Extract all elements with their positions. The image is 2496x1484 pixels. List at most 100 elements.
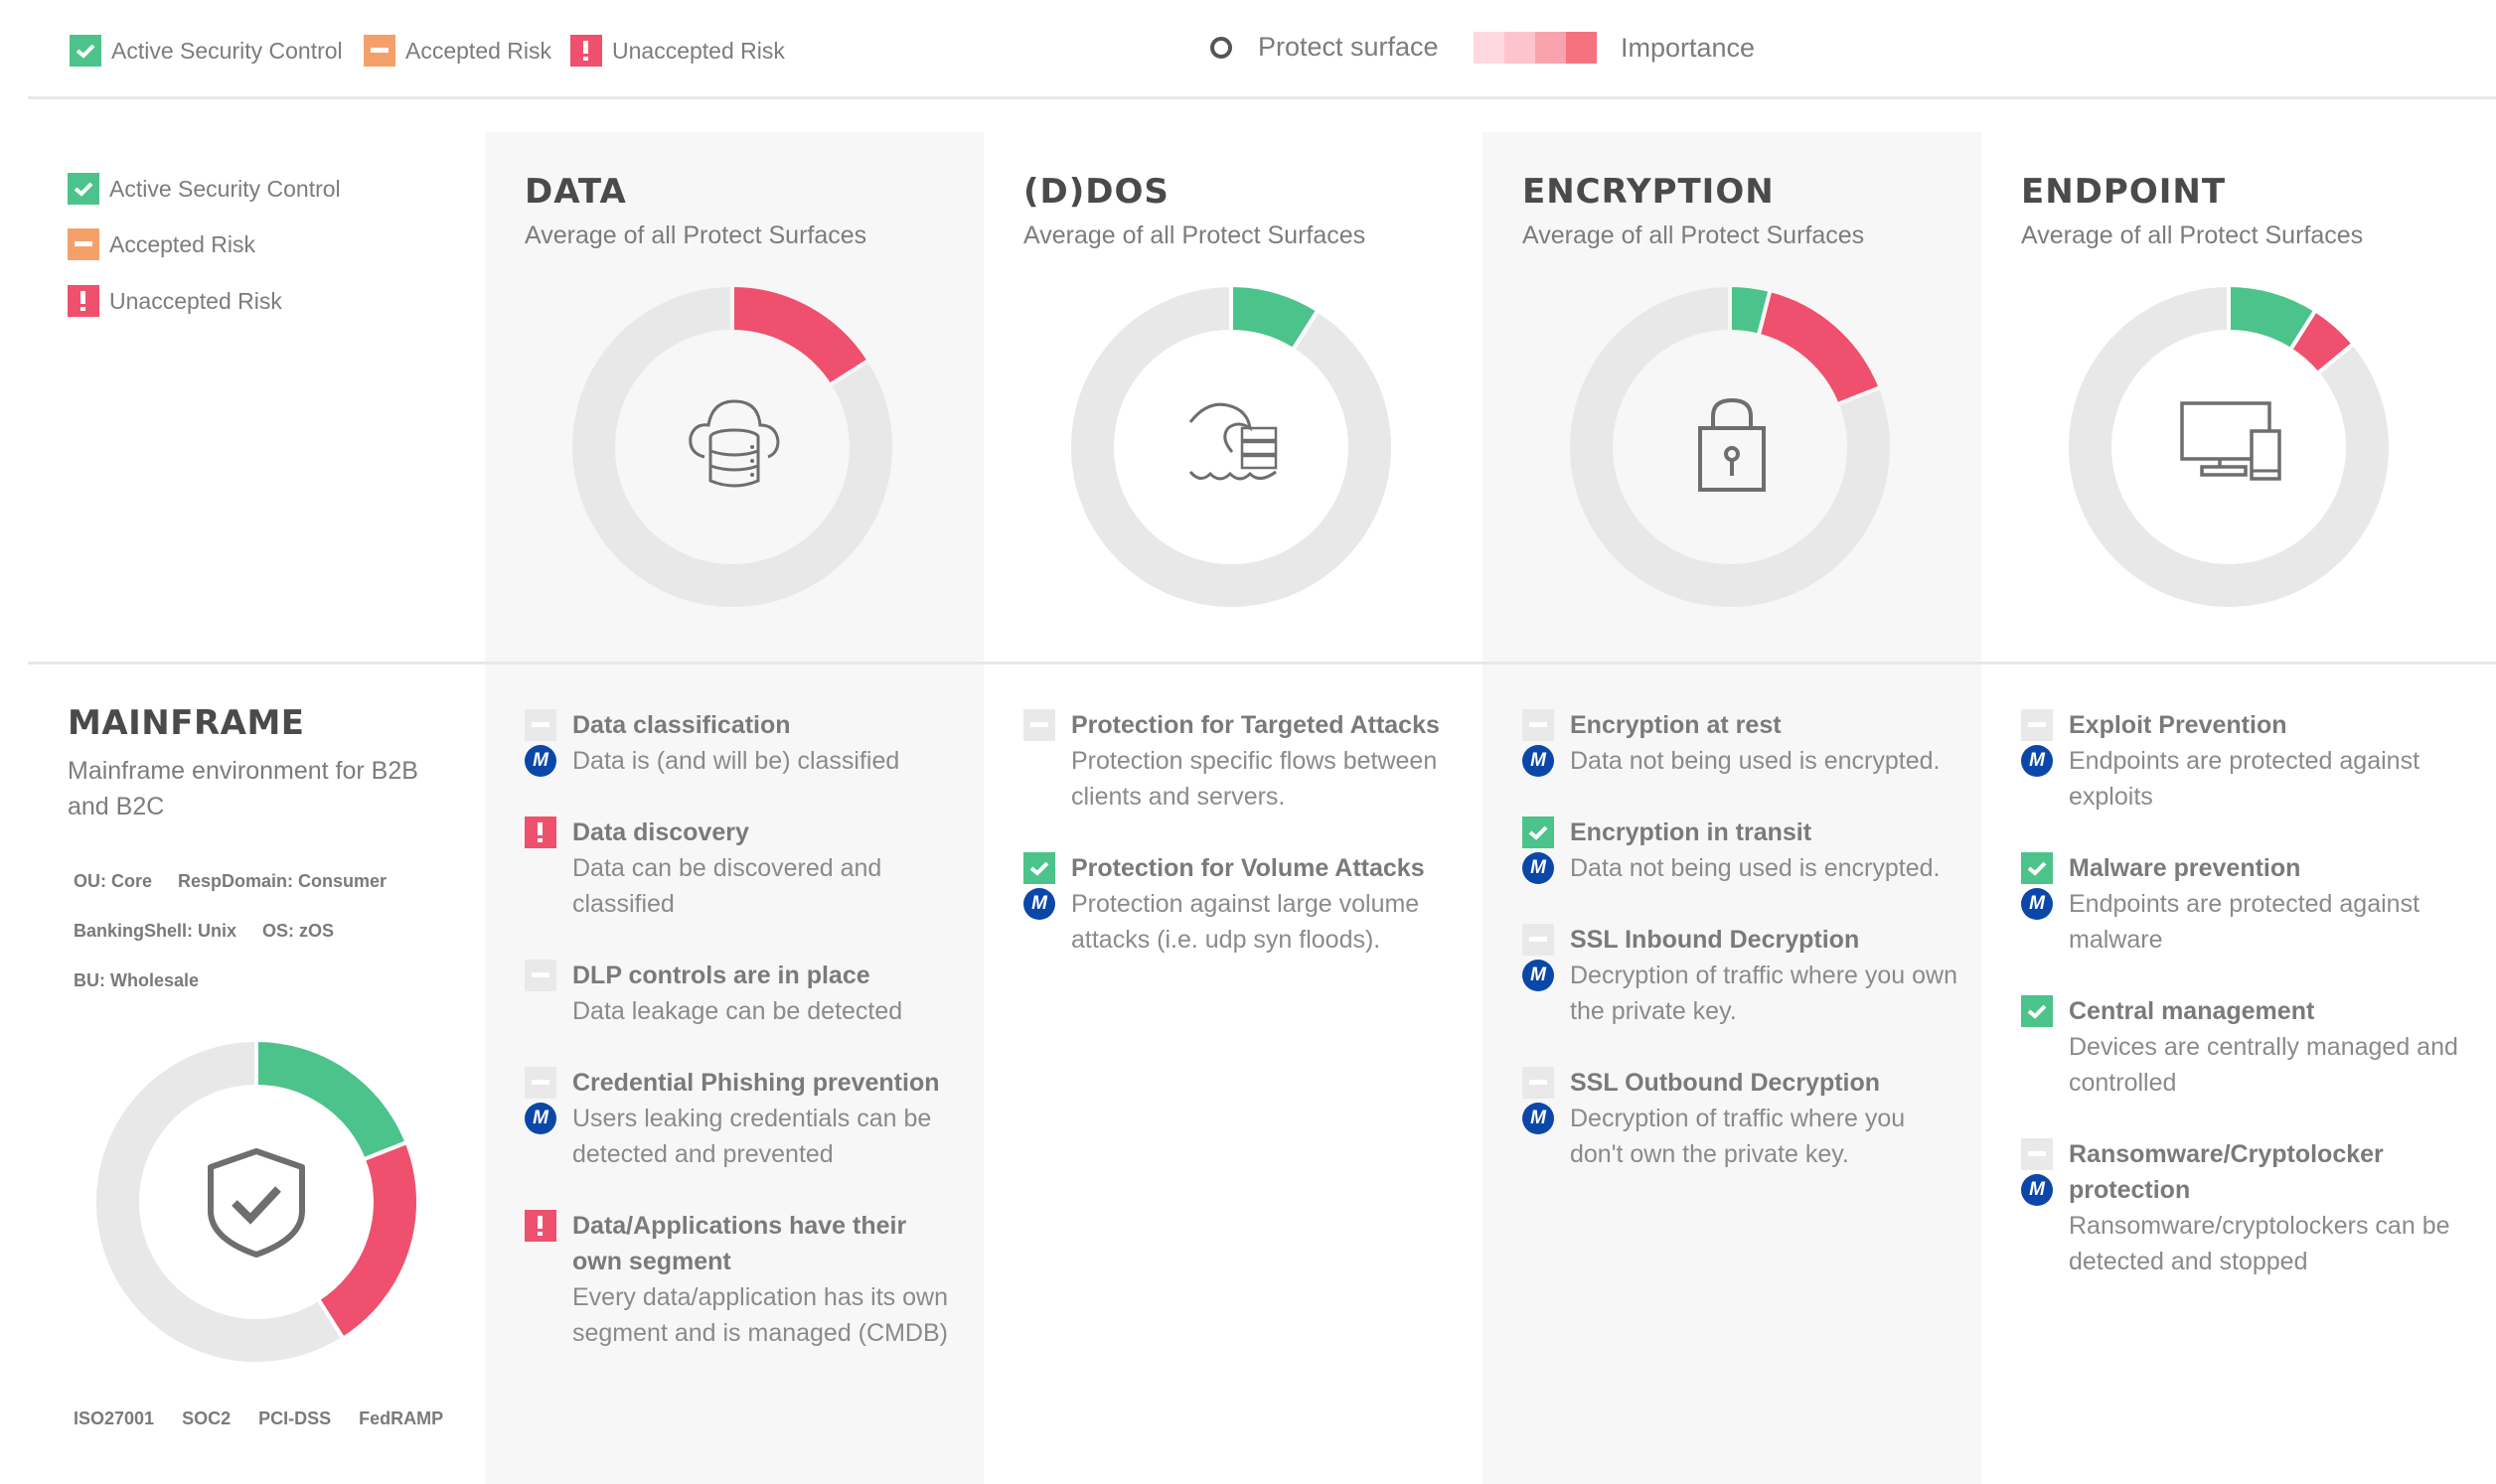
control-item[interactable]: M Protection for Volume Attacks Protection… <box>1023 850 1461 958</box>
header-legend-bar: Active Security Control Accepted Risk Un… <box>0 0 2496 99</box>
shield-check-icon <box>208 1148 305 1258</box>
column-title: (D)DOS <box>1023 172 1170 212</box>
managed-badge-icon: M <box>1522 960 1554 991</box>
legend-label: Active Security Control <box>111 37 343 64</box>
control-description: Users leaking credentials can be detecte… <box>572 1105 932 1168</box>
check-icon <box>2021 995 2053 1027</box>
control-item[interactable]: M Encryption at rest Data not being used i… <box>1522 707 1959 779</box>
control-list-data: M Data classification Data is (and will be… <box>525 707 962 1387</box>
exclamation-icon <box>525 1210 556 1242</box>
managed-badge-icon: M <box>2021 745 2053 777</box>
control-description: Data not being used is encrypted. <box>1570 854 1941 882</box>
legend-label: Accepted Risk <box>109 230 256 257</box>
legend-protect-surface: Protect surface <box>1210 32 1439 63</box>
control-description: Data leakage can be detected <box>572 997 903 1025</box>
control-title: DLP controls are in place <box>572 962 870 989</box>
tag: OS: zOS <box>262 921 335 941</box>
wave-server-icon <box>1188 402 1278 481</box>
control-list-encryption: M Encryption at rest Data not being used i… <box>1522 707 1959 1208</box>
tag-list: OU: Core RespDomain: Consumer BankingShel… <box>74 856 471 1005</box>
managed-badge-icon: M <box>1522 852 1554 884</box>
tag: BankingShell: Unix <box>74 921 237 941</box>
control-title: Exploit Prevention <box>2069 711 2287 739</box>
control-title: Credential Phishing prevention <box>572 1069 940 1097</box>
control-list-endpoint: M Exploit Prevention Endpoints are protect… <box>2021 707 2458 1315</box>
cloud-database-icon <box>689 399 780 488</box>
control-item[interactable]: M Data classification Data is (and will be… <box>525 707 962 779</box>
minus-icon <box>1522 709 1554 741</box>
control-title: Data/Applications have their own segment <box>572 1212 907 1275</box>
exclamation-icon <box>570 35 602 67</box>
control-description: Protection specific flows between client… <box>1071 747 1438 811</box>
legend-label: Unaccepted Risk <box>109 287 282 314</box>
control-item[interactable]: M SSL Inbound Decryption Decryption of tra… <box>1522 922 1959 1029</box>
control-description: Data not being used is encrypted. <box>1570 747 1941 775</box>
control-item[interactable]: Data discovery Data can be discovered and… <box>525 815 962 922</box>
legend-importance: Importance <box>1474 32 1755 64</box>
minus-icon <box>525 709 556 741</box>
control-item[interactable]: M Encryption in transit Data not being use… <box>1522 815 1959 886</box>
control-title: Encryption at rest <box>1570 711 1782 739</box>
legend-unaccepted: Unaccepted Risk <box>570 35 785 67</box>
check-icon <box>1522 816 1554 848</box>
minus-icon <box>364 35 395 67</box>
certification: PCI-DSS <box>258 1409 332 1428</box>
control-title: Encryption in transit <box>1570 818 1812 846</box>
side-legend-accepted: Accepted Risk <box>68 228 255 260</box>
control-title: SSL Inbound Decryption <box>1570 926 1860 954</box>
managed-badge-icon: M <box>1522 745 1554 777</box>
control-description: Endpoints are protected against malware <box>2069 890 2420 954</box>
managed-badge-icon: M <box>1522 1103 1554 1134</box>
donut-segment-unaccepted-risk[interactable] <box>315 1139 420 1342</box>
control-item[interactable]: M Exploit Prevention Endpoints are protect… <box>2021 707 2458 815</box>
control-title: Data discovery <box>572 818 749 846</box>
control-title: Protection for Volume Attacks <box>1071 854 1425 882</box>
side-legend-unaccepted: Unaccepted Risk <box>68 285 282 317</box>
column-subtitle: Average of all Protect Surfaces <box>1023 222 1366 249</box>
column-subtitle: Average of all Protect Surfaces <box>2021 222 2364 249</box>
control-description: Every data/application has its own segme… <box>572 1283 948 1347</box>
control-item[interactable]: DLP controls are in place Data leakage ca… <box>525 958 962 1029</box>
managed-badge-icon: M <box>525 1103 556 1134</box>
tag: BU: Wholesale <box>74 970 200 990</box>
column-subtitle: Average of all Protect Surfaces <box>525 222 867 249</box>
importance-scale <box>1474 32 1597 64</box>
control-title: Malware prevention <box>2069 854 2301 882</box>
control-title: Central management <box>2069 997 2315 1025</box>
importance-label: Importance <box>1621 32 1756 63</box>
control-item[interactable]: Central management Devices are centrally … <box>2021 993 2458 1101</box>
control-item[interactable]: Protection for Targeted Attacks Protectio… <box>1023 707 1461 815</box>
managed-badge-icon: M <box>1023 888 1055 920</box>
control-item[interactable]: M Credential Phishing prevention Users lea… <box>525 1065 962 1172</box>
donut-segment-unaccepted-risk[interactable] <box>730 283 872 388</box>
control-title: SSL Outbound Decryption <box>1570 1069 1881 1097</box>
donut-segment-unaccepted-risk[interactable] <box>1756 287 1884 407</box>
minus-icon <box>2021 709 2053 741</box>
protect-surface-icon <box>1210 36 1232 59</box>
certification: ISO27001 <box>74 1409 155 1428</box>
control-item[interactable]: M Ransomware/Cryptolocker protection Ranso… <box>2021 1136 2458 1279</box>
minus-icon <box>68 228 99 260</box>
legend-label: Accepted Risk <box>405 37 552 64</box>
control-description: Data is (and will be) classified <box>572 747 900 775</box>
control-description: Devices are centrally managed and contro… <box>2069 1033 2458 1097</box>
check-icon <box>68 173 99 205</box>
minus-icon <box>2021 1138 2053 1170</box>
managed-badge-icon: M <box>2021 1174 2053 1206</box>
control-item[interactable]: M SSL Outbound Decryption Decryption of tr… <box>1522 1065 1959 1172</box>
managed-badge-icon: M <box>525 745 556 777</box>
column-title: DATA <box>525 172 627 212</box>
side-legend-active: Active Security Control <box>68 173 341 205</box>
control-title: Protection for Targeted Attacks <box>1071 711 1440 739</box>
control-description: Protection against large volume attacks … <box>1071 890 1420 954</box>
control-description: Ransomware/cryptolockers can be detected… <box>2069 1212 2450 1275</box>
padlock-icon <box>1698 398 1766 492</box>
minus-icon <box>525 960 556 991</box>
control-title: Ransomware/Cryptolocker protection <box>2069 1140 2384 1204</box>
control-item[interactable]: M Malware prevention Endpoints are protect… <box>2021 850 2458 958</box>
control-item[interactable]: Data/Applications have their own segment… <box>525 1208 962 1351</box>
control-description: Decryption of traffic where you don't ow… <box>1570 1105 1906 1168</box>
control-list-ddos: Protection for Targeted Attacks Protectio… <box>1023 707 1461 993</box>
devices-icon <box>2180 401 2281 481</box>
donut-segment-active-security-control[interactable] <box>254 1038 410 1162</box>
